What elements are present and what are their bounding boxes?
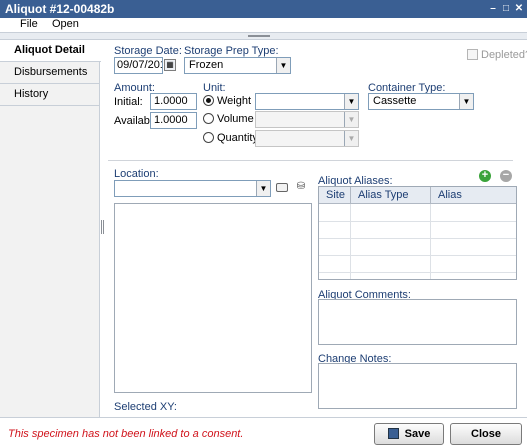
- status-bar: This specimen has not been linked to a c…: [0, 417, 527, 448]
- initial-amount-input[interactable]: 1.0000: [150, 93, 197, 110]
- menu-file[interactable]: File: [20, 18, 38, 30]
- grid-row-line: [319, 255, 516, 256]
- grid-row-line: [319, 238, 516, 239]
- chevron-down-icon: ▼: [459, 94, 473, 109]
- depleted-label: Depleted?: [481, 49, 527, 61]
- container-type-select[interactable]: Cassette ▼: [368, 93, 474, 110]
- available-amount-input[interactable]: 1.0000: [150, 112, 197, 129]
- prep-type-select[interactable]: Frozen ▼: [184, 57, 291, 74]
- weight-unit-select[interactable]: ▼: [255, 93, 359, 110]
- depleted-checkbox[interactable]: [467, 49, 478, 60]
- comments-textarea[interactable]: [318, 299, 517, 345]
- aliases-table: Site Alias Type Alias: [318, 186, 517, 280]
- location-label: Location:: [114, 168, 159, 180]
- unit-quantity-radio[interactable]: [203, 132, 214, 143]
- initial-label: Initial:: [114, 96, 143, 108]
- grid-row-line: [319, 272, 516, 273]
- prep-type-label: Storage Prep Type:: [184, 45, 279, 57]
- window-title: Aliquot #12-00482b: [5, 2, 115, 16]
- splitter-grip-icon: [248, 35, 270, 37]
- column-alias[interactable]: Alias: [431, 187, 516, 204]
- grid-divider: [350, 204, 351, 279]
- selected-xy-label: Selected XY:: [114, 401, 177, 413]
- location-map-panel[interactable]: [114, 203, 312, 393]
- close-button[interactable]: Close: [450, 423, 522, 445]
- storage-date-input[interactable]: 09/07/2012: [114, 57, 163, 74]
- chevron-down-icon: ▼: [256, 181, 270, 196]
- remove-alias-icon[interactable]: −: [500, 170, 512, 182]
- storage-browse-icon[interactable]: ⛁: [295, 181, 307, 193]
- consent-warning: This specimen has not been linked to a c…: [8, 428, 244, 440]
- chevron-down-icon: ▼: [276, 58, 290, 73]
- unit-label: Unit:: [203, 82, 226, 94]
- section-separator: [108, 160, 513, 161]
- unit-volume-radio[interactable]: [203, 113, 214, 124]
- menu-open[interactable]: Open: [52, 18, 79, 30]
- change-notes-textarea[interactable]: [318, 363, 517, 409]
- add-alias-icon[interactable]: +: [479, 170, 491, 182]
- top-splitter[interactable]: [0, 32, 527, 40]
- unit-weight-radio[interactable]: [203, 95, 214, 106]
- unit-volume-label: Volume: [217, 113, 254, 125]
- save-button-label: Save: [404, 428, 431, 440]
- clear-location-icon[interactable]: [276, 183, 288, 192]
- nav-tab-disbursements[interactable]: Disbursements: [0, 62, 100, 84]
- save-icon: [387, 428, 399, 439]
- close-button-label: Close: [471, 428, 501, 440]
- vertical-splitter-grip[interactable]: [101, 220, 104, 234]
- volume-unit-select[interactable]: ▼: [255, 111, 359, 128]
- location-select[interactable]: ▼: [114, 180, 271, 197]
- side-nav: Aliquot Detail Disbursements History: [0, 40, 101, 417]
- chevron-down-icon: ▼: [344, 112, 358, 127]
- column-site[interactable]: Site: [319, 187, 351, 204]
- chevron-down-icon: ▼: [344, 94, 358, 109]
- container-type-value: Cassette: [373, 95, 417, 107]
- unit-weight-label: Weight: [217, 95, 252, 107]
- unit-quantity-label: Quantity: [217, 132, 258, 144]
- chevron-down-icon: ▼: [344, 131, 358, 146]
- quantity-unit-select[interactable]: ▼: [255, 130, 359, 147]
- menu-bar: File Open: [0, 18, 527, 32]
- save-button[interactable]: Save: [374, 423, 444, 445]
- maximize-icon[interactable]: □: [500, 3, 512, 15]
- aliases-table-header: Site Alias Type Alias: [319, 187, 516, 204]
- nav-tab-aliquot-detail[interactable]: Aliquot Detail: [0, 40, 101, 62]
- column-alias-type[interactable]: Alias Type: [351, 187, 431, 204]
- minimize-icon[interactable]: –: [487, 3, 499, 15]
- close-window-icon[interactable]: ✕: [513, 3, 525, 15]
- prep-type-value: Frozen: [189, 59, 224, 71]
- amount-label: Amount:: [114, 82, 155, 94]
- calendar-icon[interactable]: ▦: [164, 59, 176, 71]
- grid-row-line: [319, 221, 516, 222]
- storage-date-label: Storage Date:: [114, 45, 182, 57]
- grid-divider: [430, 204, 431, 279]
- nav-tab-history[interactable]: History: [0, 84, 100, 106]
- window-titlebar: Aliquot #12-00482b – □ ✕: [0, 0, 527, 18]
